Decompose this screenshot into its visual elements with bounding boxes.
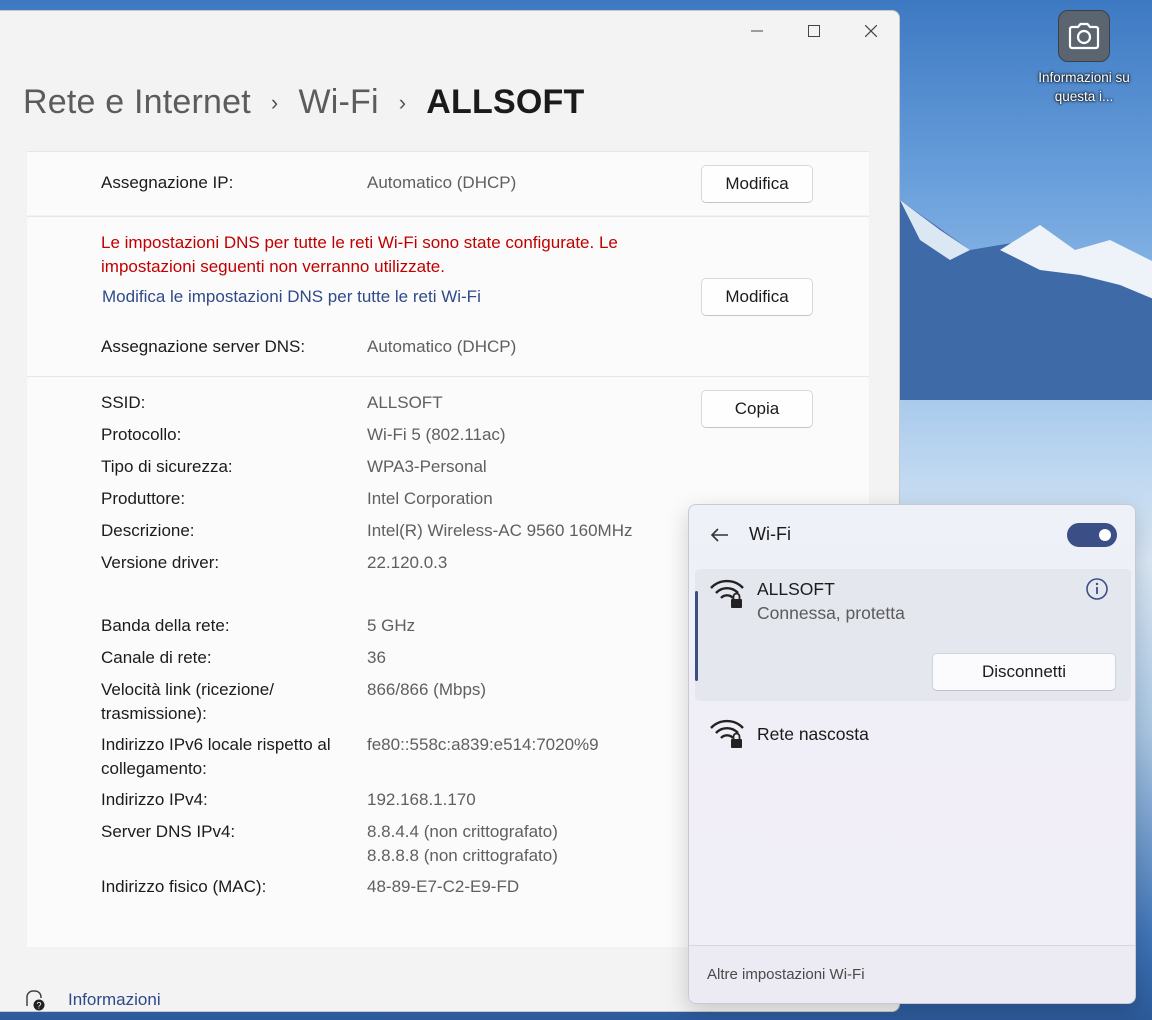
maximize-icon <box>807 25 820 37</box>
breadcrumb: Rete e Internet › Wi-Fi › ALLSOFT <box>23 83 584 122</box>
selection-indicator <box>695 591 698 681</box>
dns-assignment-value: Automatico (DHCP) <box>367 337 517 356</box>
network-name: ALLSOFT <box>757 579 835 599</box>
property-value: Wi-Fi 5 (802.11ac) <box>367 425 506 444</box>
property-value: 48-89-E7-C2-E9-FD <box>367 877 520 896</box>
property-value: 192.168.1.170 <box>367 790 476 809</box>
breadcrumb-item-network[interactable]: Rete e Internet <box>23 83 251 122</box>
flyout-header: Wi-Fi <box>689 505 1135 565</box>
property-value: Intel Corporation <box>367 489 493 508</box>
property-label: Tipo di sicurezza: <box>101 457 233 476</box>
wallpaper-mountains <box>900 200 1152 400</box>
dns-card: Le impostazioni DNS per tutte le reti Wi… <box>27 216 869 376</box>
camera-icon <box>1058 10 1110 62</box>
property-value: 8.8.4.4 (non crittografato) 8.8.8.8 (non… <box>367 822 558 865</box>
flyout-footer: Altre impostazioni Wi-Fi <box>689 945 1135 1003</box>
wifi-toggle[interactable] <box>1067 523 1117 547</box>
dns-assignment-label: Assegnazione server DNS: <box>101 337 306 356</box>
ip-assignment-value: Automatico (DHCP) <box>367 173 517 192</box>
property-label: Indirizzo IPv4: <box>101 790 208 809</box>
network-item-hidden[interactable]: Rete nascosta <box>695 705 1131 765</box>
caption-buttons <box>728 11 899 51</box>
minimize-icon <box>750 30 763 32</box>
property-label: Banda della rete: <box>101 616 230 635</box>
more-wifi-settings-link[interactable]: Altre impostazioni Wi-Fi <box>707 966 865 983</box>
property-label: Protocollo: <box>101 425 182 444</box>
property-value: Intel(R) Wireless-AC 9560 160MHz <box>367 521 633 540</box>
help-link-label[interactable]: Informazioni <box>68 990 161 1010</box>
breadcrumb-item-wifi[interactable]: Wi-Fi <box>298 83 378 122</box>
property-value: 36 <box>367 648 386 667</box>
help-icon: ? <box>26 990 45 1011</box>
wifi-secured-icon <box>710 579 744 608</box>
copy-button[interactable]: Copia <box>701 390 813 428</box>
property-label: Indirizzo fisico (MAC): <box>101 877 267 896</box>
network-name: Rete nascosta <box>757 724 869 744</box>
property-label: Server DNS IPv4: <box>101 822 236 841</box>
desktop-shortcut-label: Informazioni su questa i... <box>1038 70 1130 104</box>
property-label: Canale di rete: <box>101 648 212 667</box>
flyout-title: Wi-Fi <box>749 524 791 544</box>
wifi-secured-icon <box>710 719 744 748</box>
close-icon <box>864 25 877 37</box>
edit-dns-button[interactable]: Modifica <box>701 278 813 316</box>
property-label: Produttore: <box>101 489 186 508</box>
desktop-shortcut[interactable]: Informazioni su questa i... <box>1038 10 1130 106</box>
disconnect-button[interactable]: Disconnetti <box>932 653 1116 691</box>
network-status: Connessa, protetta <box>757 603 905 623</box>
chevron-right-icon: › <box>398 89 407 115</box>
property-value: 22.120.0.3 <box>367 553 448 572</box>
property-value: 5 GHz <box>367 616 416 635</box>
property-label: Velocità link (ricezione/ trasmissione): <box>101 680 274 723</box>
edit-ip-button[interactable]: Modifica <box>701 165 813 203</box>
property-label: SSID: <box>101 393 146 412</box>
dns-settings-link[interactable]: Modifica le impostazioni DNS per tutte l… <box>102 287 481 307</box>
property-value: fe80::558c:a839:e514:7020%9 <box>367 735 599 754</box>
property-value: ALLSOFT <box>367 393 443 412</box>
wifi-flyout: Wi-Fi ALLSOFT Connessa, protetta Disconn… <box>688 504 1136 1004</box>
property-label: Versione driver: <box>101 553 220 572</box>
chevron-right-icon: › <box>270 89 279 115</box>
toggle-knob <box>1099 529 1111 541</box>
help-link[interactable]: ? Informazioni <box>24 989 161 1011</box>
property-value: WPA3-Personal <box>367 457 487 476</box>
property-label: Indirizzo IPv6 locale rispetto al colleg… <box>101 735 331 778</box>
minimize-button[interactable] <box>728 11 785 51</box>
svg-text:?: ? <box>36 1001 41 1011</box>
ip-assignment-card: Assegnazione IP: Automatico (DHCP) Modif… <box>27 151 869 215</box>
dns-warning: Le impostazioni DNS per tutte le reti Wi… <box>101 233 618 276</box>
breadcrumb-item-current: ALLSOFT <box>426 83 585 121</box>
maximize-button[interactable] <box>785 11 842 51</box>
ip-assignment-label: Assegnazione IP: <box>101 173 234 192</box>
property-value: 866/866 (Mbps) <box>367 680 487 699</box>
property-label: Descrizione: <box>101 521 195 540</box>
network-item-connected[interactable]: ALLSOFT Connessa, protetta Disconnetti <box>695 569 1131 701</box>
info-icon[interactable] <box>1085 577 1109 601</box>
close-button[interactable] <box>842 11 899 51</box>
back-arrow-icon[interactable] <box>709 524 731 546</box>
